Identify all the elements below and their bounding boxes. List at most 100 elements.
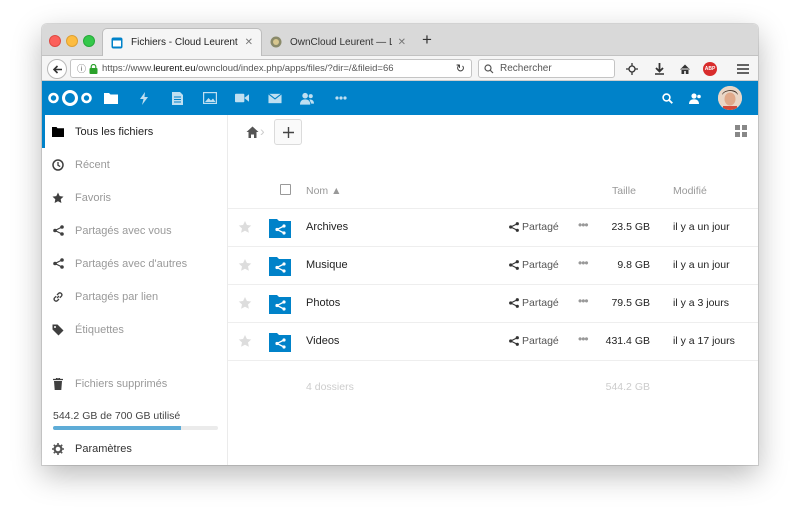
sidebar-item-label: Récent	[75, 158, 110, 171]
grid-view-icon[interactable]	[735, 125, 747, 137]
url-domain: leurent.eu	[153, 63, 196, 74]
table-row[interactable]: Videos Partagé ••• 431.4 GB il y a 17 jo…	[228, 323, 758, 361]
storage-quota: 544.2 GB de 700 GB utilisé	[53, 410, 218, 430]
reload-icon[interactable]: ↻	[456, 62, 465, 75]
arrow-left-icon	[52, 64, 62, 74]
download-icon[interactable]	[652, 62, 666, 76]
files-app-icon[interactable]	[104, 91, 118, 105]
new-file-button[interactable]	[274, 119, 302, 145]
sidebar-item-label: Partagés avec vous	[75, 224, 172, 237]
sidebar-item-all-files[interactable]: Tous les fichiers	[42, 115, 227, 148]
tab-title: Fichiers - Cloud Leurent	[131, 37, 238, 48]
file-name[interactable]: Photos	[306, 297, 340, 309]
link-icon	[52, 291, 64, 303]
share-button[interactable]: Partagé	[509, 335, 559, 347]
close-window-button[interactable]	[49, 35, 61, 47]
search-icon	[484, 63, 494, 73]
share-icon	[52, 258, 64, 270]
clock-icon	[52, 158, 64, 171]
file-modified: il y a un jour	[673, 221, 730, 233]
sidebar-item-favorites[interactable]: Favoris	[42, 181, 227, 214]
table-row[interactable]: Photos Partagé ••• 79.5 GB il y a 3 jour…	[228, 285, 758, 323]
share-button[interactable]: Partagé	[509, 259, 559, 271]
share-button[interactable]: Partagé	[509, 221, 559, 233]
select-all-checkbox[interactable]	[280, 184, 291, 195]
table-row[interactable]: Musique Partagé ••• 9.8 GB il y a un jou…	[228, 247, 758, 285]
table-row[interactable]: Archives Partagé ••• 23.5 GB il y a un j…	[228, 209, 758, 247]
file-modified: il y a 3 jours	[673, 297, 730, 309]
share-icon	[52, 225, 64, 237]
quota-bar	[53, 426, 218, 430]
sidebar-item-shared-by-link[interactable]: Partagés par lien	[42, 280, 227, 313]
column-size-header[interactable]: Taille	[612, 185, 636, 197]
sidebar: Tous les fichiers Récent Favoris Partagé…	[42, 115, 228, 465]
star-icon[interactable]	[238, 258, 252, 272]
zoom-window-button[interactable]	[83, 35, 95, 47]
sidebar-item-tags[interactable]: Étiquettes	[42, 313, 227, 346]
url-path: /owncloud/index.php/apps/files/?dir=/&fi…	[195, 63, 394, 74]
back-button[interactable]	[47, 59, 67, 79]
video-app-icon[interactable]	[235, 91, 249, 105]
file-modified: il y a un jour	[673, 259, 730, 271]
file-table-header: Nom ▲ Taille Modifié	[228, 173, 758, 209]
avatar[interactable]	[718, 86, 742, 110]
sidebar-item-shared-with-you[interactable]: Partagés avec vous	[42, 214, 227, 247]
minimize-window-button[interactable]	[66, 35, 78, 47]
share-icon	[509, 222, 519, 232]
sidebar-item-label: Paramètres	[75, 442, 132, 455]
tab-owncloud[interactable]: OwnCloud Leurent — Leurent ✕	[262, 28, 414, 56]
shared-folder-icon	[269, 257, 291, 276]
quota-bar-fill	[53, 426, 182, 430]
column-name-header[interactable]: Nom ▲	[306, 185, 341, 197]
menu-icon[interactable]	[736, 62, 750, 76]
lock-icon	[89, 63, 98, 74]
url-prefix: https://www.	[102, 63, 154, 74]
file-size: 79.5 GB	[611, 297, 650, 309]
sidebar-item-label: Fichiers supprimés	[75, 377, 168, 390]
tab-fichiers[interactable]: Fichiers - Cloud Leurent ✕	[102, 28, 262, 56]
search-placeholder: Rechercher	[500, 63, 552, 74]
shared-folder-icon	[269, 219, 291, 238]
tab-close-icon[interactable]: ✕	[245, 37, 253, 48]
url-text: https://www.leurent.eu/owncloud/index.ph…	[102, 63, 394, 74]
contacts-app-icon[interactable]	[300, 91, 314, 105]
sidebar-item-settings[interactable]: Paramètres	[42, 432, 227, 465]
notes-app-icon[interactable]	[170, 91, 184, 105]
contacts-menu-icon[interactable]	[688, 91, 702, 105]
column-modified-header[interactable]: Modifié	[673, 185, 707, 197]
sidebar-item-recent[interactable]: Récent	[42, 148, 227, 181]
share-button[interactable]: Partagé	[509, 297, 559, 309]
file-list-summary: 4 dossiers 544.2 GB	[228, 377, 758, 397]
tab-close-icon[interactable]: ✕	[398, 37, 406, 48]
share-icon	[509, 336, 519, 346]
trash-icon	[52, 377, 64, 390]
home-icon	[246, 126, 258, 138]
sidebar-item-shared-with-others[interactable]: Partagés avec d'autres	[42, 247, 227, 280]
more-apps-icon[interactable]	[334, 91, 348, 105]
adblock-icon[interactable]: ABP	[703, 62, 717, 76]
sidebar-item-trash[interactable]: Fichiers supprimés	[42, 367, 227, 400]
summary-size: 544.2 GB	[605, 381, 650, 393]
home-icon[interactable]	[678, 62, 692, 76]
activity-app-icon[interactable]	[137, 91, 151, 105]
star-icon[interactable]	[238, 334, 252, 348]
star-icon[interactable]	[238, 220, 252, 234]
pocket-icon[interactable]	[625, 62, 639, 76]
search-icon[interactable]	[660, 91, 674, 105]
file-name[interactable]: Archives	[306, 221, 348, 233]
file-name[interactable]: Videos	[306, 335, 339, 347]
star-icon	[52, 192, 64, 204]
file-name[interactable]: Musique	[306, 259, 348, 271]
summary-dirs: 4 dossiers	[306, 381, 354, 393]
nextcloud-logo-icon[interactable]	[46, 89, 94, 107]
address-bar[interactable]: ⓘ https://www.leurent.eu/owncloud/index.…	[70, 59, 472, 78]
info-icon[interactable]: ⓘ	[77, 62, 86, 75]
gallery-app-icon[interactable]	[203, 91, 217, 105]
sidebar-item-label: Partagés avec d'autres	[75, 257, 188, 270]
new-tab-button[interactable]: +	[422, 31, 432, 49]
plus-icon	[282, 126, 294, 138]
mail-app-icon[interactable]	[268, 91, 282, 105]
app-header	[42, 81, 758, 115]
star-icon[interactable]	[238, 296, 252, 310]
browser-search-field[interactable]: Rechercher	[478, 59, 615, 78]
